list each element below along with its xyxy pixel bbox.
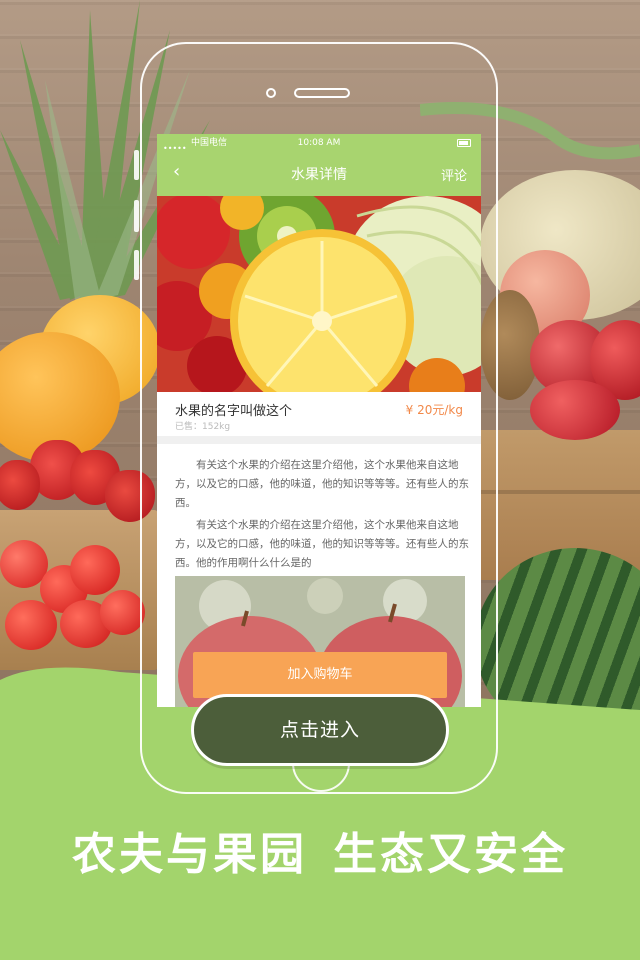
product-sold: 已售：152kg xyxy=(175,422,231,432)
phone-mute-switch xyxy=(134,250,139,280)
enter-button[interactable]: 点击进入 xyxy=(191,694,449,766)
slogan-right: 生态又安全 xyxy=(333,829,568,880)
fruit-photo xyxy=(157,196,481,392)
battery-icon xyxy=(457,139,471,147)
cherry-3 xyxy=(70,545,120,595)
page-title: 水果详情 xyxy=(291,167,347,183)
phone-volume-up xyxy=(134,150,139,180)
plum-3 xyxy=(530,380,620,440)
phone-camera xyxy=(266,88,276,98)
product-description: 有关这个水果的介绍在这里介绍他，这个水果他来自这地方，以及它的口感，他的味道，他… xyxy=(175,456,469,576)
cherry-4 xyxy=(5,600,57,650)
nav-bar: ‹ 水果详情 评论 xyxy=(157,152,481,196)
add-to-cart-button[interactable]: 加入购物车 xyxy=(193,652,447,698)
slogan-left: 农夫与果园 xyxy=(72,829,307,880)
cherry-6 xyxy=(100,590,145,635)
section-divider xyxy=(157,436,481,444)
app-screen: ••••• 中国电信 10:08 AM ‹ 水果详情 评论 水果的名字叫做这个 … xyxy=(157,134,481,707)
description-paragraph: 有关这个水果的介绍在这里介绍他，这个水果他来自这地方，以及它的口感，他的味道，他… xyxy=(175,519,469,569)
phone-volume-down xyxy=(134,200,139,232)
product-hero-image xyxy=(157,196,481,392)
product-price: ¥ 20元/kg xyxy=(405,403,463,417)
slogan: 农夫与果园 生态又安全 xyxy=(0,818,640,882)
description-paragraph: 有关这个水果的介绍在这里介绍他，这个水果他来自这地方，以及它的口感，他的味道，他… xyxy=(175,459,469,509)
comment-button[interactable]: 评论 xyxy=(441,165,467,184)
phone-speaker xyxy=(294,88,350,98)
product-name: 水果的名字叫做这个 xyxy=(175,404,293,419)
status-bar: ••••• 中国电信 10:08 AM xyxy=(157,134,481,153)
status-time: 10:08 AM xyxy=(297,138,341,148)
product-info: 水果的名字叫做这个 ¥ 20元/kg 已售：152kg xyxy=(157,392,481,436)
